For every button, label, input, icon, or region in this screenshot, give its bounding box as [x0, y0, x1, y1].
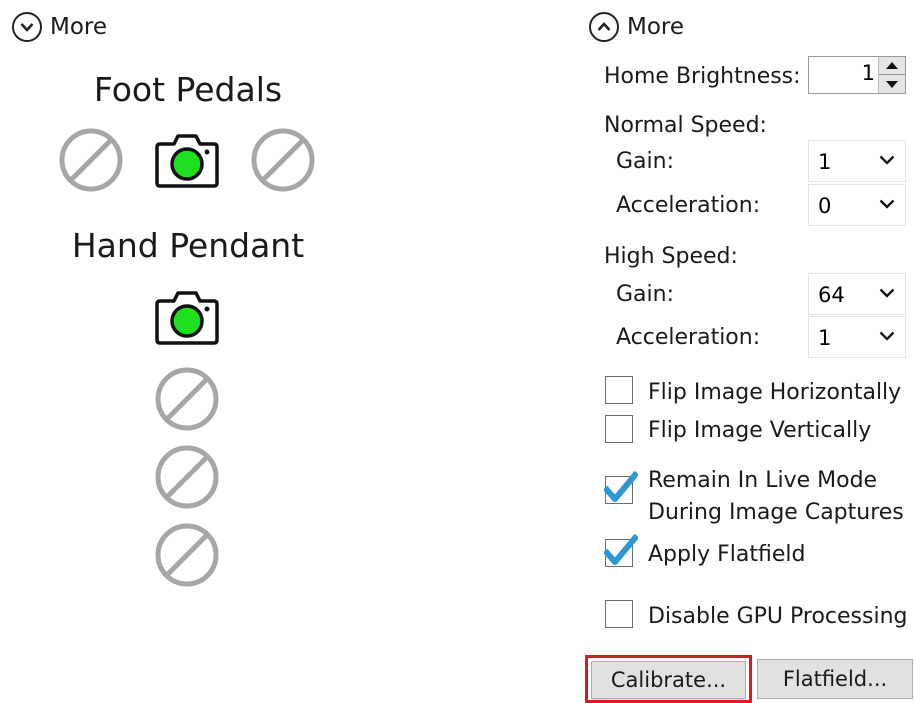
home-brightness-value[interactable]: 1 [862, 61, 875, 85]
foot-pedal-right-disabled-icon [251, 128, 315, 192]
hand-pendant-4-disabled-icon [155, 523, 219, 587]
hand-pendant-2-disabled-icon [155, 367, 219, 431]
apply-flatfield-checkbox[interactable] [604, 534, 638, 567]
home-brightness-spinner[interactable]: 1 [808, 56, 906, 94]
flatfield-button[interactable]: Flatfield... [757, 659, 913, 699]
high-gain-value: 64 [818, 283, 845, 307]
remain-live-mode-label-line2: During Image Captures [648, 500, 904, 525]
checkmark-icon [604, 534, 638, 565]
chevron-down-icon [12, 12, 42, 42]
spinner-up-button[interactable] [879, 57, 905, 75]
disable-gpu-label[interactable]: Disable GPU Processing [648, 601, 908, 633]
remain-live-mode-checkbox[interactable] [604, 471, 638, 504]
normal-gain-value: 1 [818, 150, 832, 174]
chevron-down-icon [879, 288, 895, 298]
left-more-toggle[interactable]: More [12, 12, 107, 42]
remain-live-mode-label[interactable]: Remain In Live Mode During Image Capture… [648, 465, 904, 529]
flip-vertical-label[interactable]: Flip Image Vertically [648, 415, 871, 447]
chevron-down-icon [879, 199, 895, 209]
foot-pedal-left-disabled-icon [59, 128, 123, 192]
right-more-toggle[interactable]: More [589, 12, 684, 42]
foot-pedals-heading: Foot Pedals [93, 70, 283, 109]
chevron-up-icon [589, 12, 619, 42]
disable-gpu-checkbox[interactable] [605, 600, 633, 628]
left-more-label: More [50, 14, 108, 40]
calibrate-button[interactable]: Calibrate... [591, 661, 746, 699]
normal-gain-dropdown[interactable]: 1 [808, 140, 906, 182]
high-gain-label: Gain: [616, 282, 674, 307]
apply-flatfield-label[interactable]: Apply Flatfield [648, 539, 805, 571]
normal-gain-label: Gain: [616, 149, 674, 174]
normal-acceleration-value: 0 [818, 194, 832, 218]
flip-vertical-checkbox[interactable] [605, 415, 633, 443]
normal-acceleration-label: Acceleration: [616, 193, 761, 218]
high-acceleration-dropdown[interactable]: 1 [808, 316, 906, 358]
hand-pendant-heading: Hand Pendant [71, 226, 305, 265]
flip-horizontal-checkbox[interactable] [605, 376, 633, 404]
caret-down-icon [886, 80, 898, 88]
normal-speed-label: Normal Speed: [604, 113, 767, 138]
chevron-down-icon [879, 155, 895, 165]
spinner-down-button[interactable] [879, 75, 905, 93]
foot-pedal-middle-camera-icon [155, 134, 219, 188]
right-more-label: More [627, 14, 685, 40]
checkmark-icon [604, 471, 638, 502]
high-gain-dropdown[interactable]: 64 [808, 273, 906, 315]
high-acceleration-label: Acceleration: [616, 325, 761, 350]
home-brightness-label: Home Brightness: [604, 64, 801, 89]
high-speed-label: High Speed: [604, 244, 738, 269]
high-acceleration-value: 1 [818, 326, 832, 350]
flip-horizontal-label[interactable]: Flip Image Horizontally [648, 377, 901, 409]
remain-live-mode-label-line1: Remain In Live Mode [648, 468, 878, 493]
chevron-down-icon [879, 331, 895, 341]
normal-acceleration-dropdown[interactable]: 0 [808, 184, 906, 226]
caret-up-icon [886, 62, 898, 69]
hand-pendant-1-camera-icon [155, 291, 219, 345]
hand-pendant-3-disabled-icon [155, 445, 219, 509]
